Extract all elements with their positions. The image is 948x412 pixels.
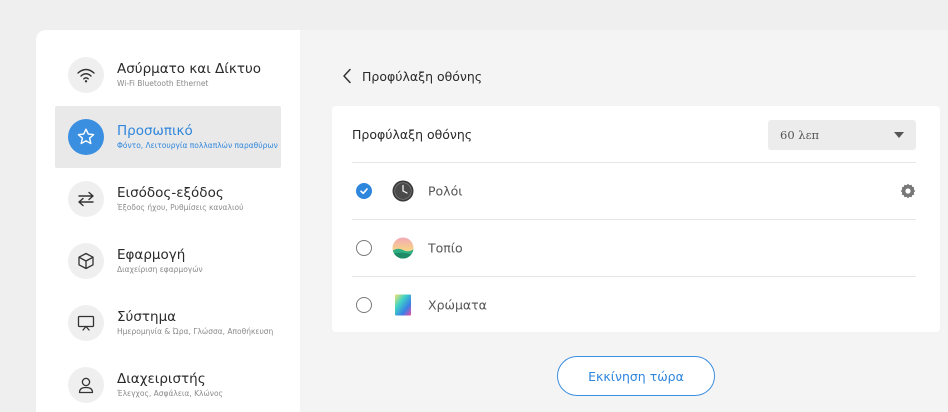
sidebar-item-wireless-network[interactable]: Ασύρματο και Δίκτυο Wi-Fi Bluetooth Ethe…	[55, 44, 281, 106]
option-clock[interactable]: Ρολόι	[352, 163, 916, 219]
gear-icon[interactable]	[900, 183, 916, 199]
landscape-icon	[392, 237, 414, 259]
chevron-left-icon	[340, 66, 354, 86]
option-landscape[interactable]: Τοπίο	[352, 220, 916, 276]
sidebar-item-subtitle: Έξοδος ήχου, Ρυθμίσεις καναλιού	[117, 203, 244, 212]
star-icon	[68, 119, 104, 155]
sidebar-item-application[interactable]: Εφαρμογή Διαχείριση εφαρμογών	[55, 230, 281, 292]
screensaver-label: Προφύλαξη οθόνης	[352, 126, 473, 142]
wifi-icon	[68, 57, 104, 93]
screensaver-panel: Προφύλαξη οθόνης 60 λεπ Ρολόι Τοπίο Χρώμ…	[332, 106, 940, 332]
sidebar-item-title: Ασύρματο και Δίκτυο	[117, 61, 262, 77]
page-title: Προφύλαξη οθόνης	[362, 68, 483, 84]
sidebar-item-title: Προσωπικό	[117, 123, 193, 139]
sidebar-item-administrator[interactable]: Διαχειριστής Έλεγχος, Ασφάλεια, Κλώνος	[55, 354, 281, 412]
option-label: Ρολόι	[428, 183, 463, 199]
clock-icon	[392, 180, 414, 202]
radio-selected[interactable]	[356, 183, 372, 199]
sidebar-item-subtitle: Φόντο, Λειτουργία πολλαπλών παραθύρων	[117, 141, 278, 150]
sidebar-item-personal[interactable]: Προσωπικό Φόντο, Λειτουργία πολλαπλών πα…	[55, 106, 281, 168]
settings-window: Ασύρματο και Δίκτυο Wi-Fi Bluetooth Ethe…	[36, 30, 948, 412]
cube-icon	[68, 243, 104, 279]
sidebar-item-title: Εισόδος-εξόδος	[117, 185, 224, 201]
start-now-button[interactable]: Εκκίνηση τώρα	[557, 356, 715, 396]
screensaver-timeout-row: Προφύλαξη οθόνης 60 λεπ	[352, 106, 916, 162]
swap-arrows-icon	[68, 181, 104, 217]
sidebar-item-title: Εφαρμογή	[117, 247, 186, 263]
timeout-value: 60 λεπ	[780, 128, 820, 142]
sidebar-item-input-output[interactable]: Εισόδος-εξόδος Έξοδος ήχου, Ρυθμίσεις κα…	[55, 168, 281, 230]
content-area: Προφύλαξη οθόνης Προφύλαξη οθόνης 60 λεπ…	[300, 30, 948, 412]
sidebar-item-subtitle: Διαχείριση εφαρμογών	[117, 265, 203, 274]
user-icon	[68, 367, 104, 403]
sidebar-item-subtitle: Wi-Fi Bluetooth Ethernet	[117, 79, 209, 88]
sidebar-item-system[interactable]: Σύστημα Ημερομηνία & Ώρα, Γλώσσα, Αποθήκ…	[55, 292, 281, 354]
back-button[interactable]: Προφύλαξη οθόνης	[340, 66, 482, 86]
option-label: Τοπίο	[428, 240, 463, 256]
sidebar-item-subtitle: Ημερομηνία & Ώρα, Γλώσσα, Αποθήκευση	[117, 327, 274, 336]
sidebar: Ασύρματο και Δίκτυο Wi-Fi Bluetooth Ethe…	[36, 30, 300, 412]
radio-unselected[interactable]	[356, 240, 372, 256]
display-icon	[68, 305, 104, 341]
option-label: Χρώματα	[428, 297, 487, 313]
sidebar-item-title: Διαχειριστής	[117, 371, 206, 387]
colors-icon	[392, 294, 414, 316]
caret-down-icon	[894, 132, 904, 138]
sidebar-item-title: Σύστημα	[117, 309, 177, 325]
timeout-dropdown[interactable]: 60 λεπ	[768, 120, 916, 150]
sidebar-item-subtitle: Έλεγχος, Ασφάλεια, Κλώνος	[117, 389, 223, 398]
radio-unselected[interactable]	[356, 297, 372, 313]
option-colors[interactable]: Χρώματα	[352, 277, 916, 333]
